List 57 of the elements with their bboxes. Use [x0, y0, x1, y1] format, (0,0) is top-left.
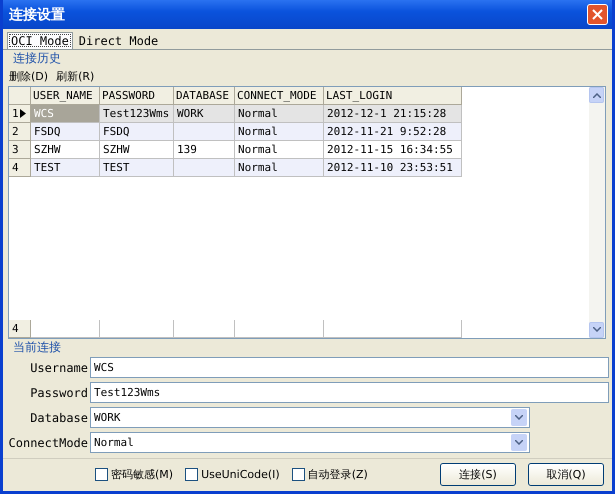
table-cell: 2012-11-21 9:52:28 — [324, 123, 462, 141]
row-header[interactable]: 4 — [9, 159, 31, 177]
dialog-button[interactable]: 取消(Q) — [528, 463, 604, 486]
field-label: Password — [29, 386, 89, 400]
toolbar-button[interactable]: 刷新(R) — [56, 69, 94, 84]
row-header[interactable]: 2 — [9, 123, 31, 141]
table-cell: TEST — [31, 159, 100, 177]
checkbox[interactable]: 自动登录(Z) — [292, 467, 368, 482]
row-count: 4 — [9, 320, 31, 338]
group-title: 连接历史 — [12, 50, 62, 66]
field-label: ConnectMode — [8, 436, 89, 450]
column-header[interactable]: PASSWORD — [100, 87, 174, 105]
chevron-icon — [515, 440, 523, 446]
field-label: Username — [29, 360, 89, 375]
table-cell — [174, 123, 235, 141]
table-cell: SZHW — [100, 141, 174, 159]
table-cell: 139 — [174, 141, 235, 159]
checkbox[interactable]: UseUniCode(I) — [185, 468, 280, 482]
table-cell — [174, 159, 235, 177]
table-cell: 2012-12-1 21:15:28 — [324, 105, 462, 123]
table-cell: FSDQ — [100, 123, 174, 141]
scrollbar[interactable] — [589, 87, 605, 338]
current-row-icon — [20, 109, 26, 118]
table-cell: TEST — [100, 159, 174, 177]
window-title: 连接设置 — [9, 6, 65, 24]
tab[interactable]: OCI Mode — [7, 32, 73, 49]
corner-header — [9, 87, 31, 105]
close-icon — [592, 9, 603, 20]
input-field[interactable]: Test123Wms — [90, 382, 609, 404]
table-cell: WCS — [31, 105, 100, 123]
table-cell: 2012-11-15 16:34:55 — [324, 141, 462, 159]
table-cell: Normal — [235, 141, 324, 159]
row-header[interactable]: 1 — [9, 105, 31, 123]
column-header[interactable]: USER_NAME — [31, 87, 100, 105]
table-cell: FSDQ — [31, 123, 100, 141]
tab[interactable]: Direct Mode — [74, 32, 162, 49]
table-cell: WORK — [174, 105, 235, 123]
chevron-icon — [515, 415, 523, 420]
column-header[interactable]: LAST_LOGIN — [324, 87, 462, 105]
column-header[interactable]: CONNECT_MODE — [235, 87, 324, 105]
table-cell: SZHW — [31, 141, 100, 159]
table-cell: Normal — [235, 123, 324, 141]
table-cell: Normal — [235, 105, 324, 123]
group-title: 当前连接 — [12, 338, 62, 355]
field-label: Database — [29, 410, 89, 425]
table-cell: Normal — [235, 159, 324, 177]
table-cell: Test123Wms — [100, 105, 174, 123]
dropdown-field[interactable]: WORK — [90, 407, 530, 428]
close-button[interactable] — [587, 4, 608, 25]
dialog-button[interactable]: 连接(S) — [440, 463, 516, 486]
dropdown-field[interactable]: Normal — [90, 432, 530, 454]
row-header[interactable]: 3 — [9, 141, 31, 159]
column-header[interactable]: DATABASE — [174, 87, 235, 105]
input-field[interactable]: WCS — [90, 357, 609, 378]
toolbar-button[interactable]: 删除(D) — [9, 69, 48, 84]
checkbox[interactable]: 密码敏感(M) — [95, 467, 174, 482]
table-cell: 2012-11-10 23:53:51 — [324, 159, 462, 177]
